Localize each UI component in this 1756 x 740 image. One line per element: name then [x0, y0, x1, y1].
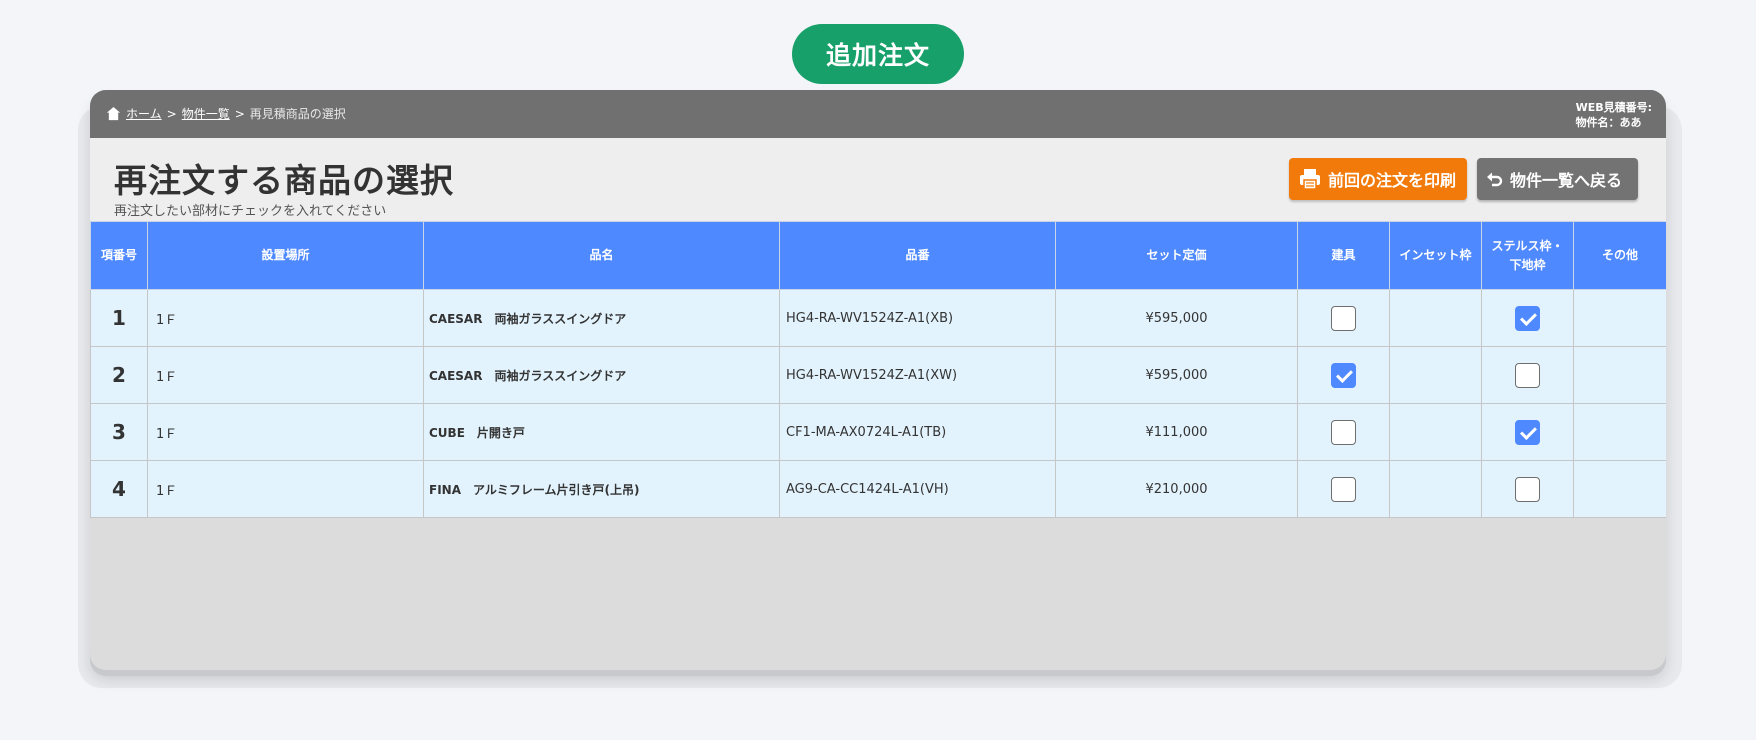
return-arrow-icon — [1487, 172, 1503, 187]
row-price: ¥111,000 — [1055, 403, 1298, 461]
table-row: 4 1Ｆ FINA アルミフレーム片引き戸(上吊) AG9-CA-CC1424L… — [90, 460, 1666, 518]
print-button-label: 前回の注文を印刷 — [1328, 171, 1457, 190]
stealth-cell — [1481, 346, 1574, 404]
estimate-number-label: WEB見積番号: — [1575, 101, 1652, 114]
reorder-panel: ホーム > 物件一覧 > 再見積商品の選択 WEB見積番号: 物件名：ああ 再注… — [90, 90, 1666, 670]
table-header-row: 項番号 設置場所 品名 品番 セット定価 建具 インセット枠 ステルス枠・ 下地… — [90, 221, 1666, 290]
row-price: ¥595,000 — [1055, 346, 1298, 404]
breadcrumb-list-link[interactable]: 物件一覧 — [182, 105, 230, 122]
breadcrumb: ホーム > 物件一覧 > 再見積商品の選択 — [106, 105, 346, 122]
back-to-list-button[interactable]: 物件一覧へ戻る — [1477, 158, 1638, 200]
web-info: WEB見積番号: 物件名：ああ — [1576, 100, 1652, 130]
inset-cell — [1389, 403, 1482, 461]
row-product-name: CAESAR 両袖ガラススイングドア — [423, 289, 780, 347]
row-product-code: CF1-MA-AX0724L-A1(TB) — [779, 403, 1056, 461]
column-header-name: 品名 — [423, 221, 780, 290]
row-number: 3 — [90, 403, 148, 461]
row-number: 4 — [90, 460, 148, 518]
breadcrumb-separator: > — [234, 106, 245, 121]
property-name-label: 物件名：ああ — [1575, 116, 1642, 129]
door-checkbox[interactable] — [1331, 476, 1356, 502]
row-number: 1 — [90, 289, 148, 347]
inset-cell — [1389, 460, 1482, 518]
column-header-stealth: ステルス枠・ 下地枠 — [1481, 221, 1574, 290]
row-product-code: HG4-RA-WV1524Z-A1(XW) — [779, 346, 1056, 404]
stealth-cell — [1481, 289, 1574, 347]
additional-order-badge: 追加注文 — [792, 24, 964, 84]
door-checkbox[interactable] — [1331, 305, 1356, 331]
row-product-code: HG4-RA-WV1524Z-A1(XB) — [779, 289, 1056, 347]
row-place: 1Ｆ — [147, 289, 424, 347]
reorder-table: 項番号 設置場所 品名 品番 セット定価 建具 インセット枠 ステルス枠・ 下地… — [90, 221, 1666, 518]
stealth-cell — [1481, 403, 1574, 461]
row-place: 1Ｆ — [147, 403, 424, 461]
stealth-header-line1: ステルス枠・ — [1491, 238, 1564, 253]
inset-cell — [1389, 289, 1482, 347]
column-header-inset: インセット枠 — [1389, 221, 1482, 290]
row-product-name: CUBE 片開き戸 — [423, 403, 780, 461]
door-checkbox[interactable] — [1331, 362, 1356, 388]
stealth-checkbox[interactable] — [1515, 476, 1540, 502]
other-cell — [1573, 346, 1666, 404]
row-price: ¥210,000 — [1055, 460, 1298, 518]
door-cell — [1297, 403, 1390, 461]
page-subtitle: 再注文したい部材にチェックを入れてください — [114, 204, 387, 219]
stealth-checkbox[interactable] — [1515, 362, 1540, 388]
print-previous-order-button[interactable]: 前回の注文を印刷 — [1289, 158, 1467, 200]
table-row: 1 1Ｆ CAESAR 両袖ガラススイングドア HG4-RA-WV1524Z-A… — [90, 289, 1666, 347]
door-cell — [1297, 346, 1390, 404]
door-cell — [1297, 460, 1390, 518]
row-product-name: FINA アルミフレーム片引き戸(上吊) — [423, 460, 780, 518]
door-checkbox[interactable] — [1331, 419, 1356, 445]
back-button-label: 物件一覧へ戻る — [1510, 171, 1623, 190]
row-product-name: CAESAR 両袖ガラススイングドア — [423, 346, 780, 404]
row-place: 1Ｆ — [147, 460, 424, 518]
stealth-cell — [1481, 460, 1574, 518]
table-row: 2 1Ｆ CAESAR 両袖ガラススイングドア HG4-RA-WV1524Z-A… — [90, 346, 1666, 404]
column-header-other: その他 — [1573, 221, 1666, 290]
top-bar: ホーム > 物件一覧 > 再見積商品の選択 WEB見積番号: 物件名：ああ — [90, 90, 1666, 138]
row-product-code: AG9-CA-CC1424L-A1(VH) — [779, 460, 1056, 518]
column-header-door: 建具 — [1297, 221, 1390, 290]
breadcrumb-home-link[interactable]: ホーム — [126, 105, 162, 122]
home-icon[interactable] — [106, 106, 121, 121]
page-header: 再注文する商品の選択 再注文したい部材にチェックを入れてください 前回の注文を印… — [90, 138, 1666, 222]
other-cell — [1573, 289, 1666, 347]
door-cell — [1297, 289, 1390, 347]
column-header-price: セット定価 — [1055, 221, 1298, 290]
column-header-place: 設置場所 — [147, 221, 424, 290]
row-place: 1Ｆ — [147, 346, 424, 404]
printer-icon — [1300, 169, 1320, 190]
other-cell — [1573, 403, 1666, 461]
page-title: 再注文する商品の選択 — [114, 161, 454, 200]
other-cell — [1573, 460, 1666, 518]
row-number: 2 — [90, 346, 148, 404]
row-price: ¥595,000 — [1055, 289, 1298, 347]
table-row: 3 1Ｆ CUBE 片開き戸 CF1-MA-AX0724L-A1(TB) ¥11… — [90, 403, 1666, 461]
stealth-checkbox[interactable] — [1515, 419, 1540, 445]
stealth-header-line2: 下地枠 — [1509, 257, 1546, 272]
column-header-code: 品番 — [779, 221, 1056, 290]
column-header-no: 項番号 — [90, 221, 148, 290]
breadcrumb-separator: > — [166, 106, 177, 121]
breadcrumb-current: 再見積商品の選択 — [249, 107, 346, 121]
inset-cell — [1389, 346, 1482, 404]
stealth-checkbox[interactable] — [1515, 305, 1540, 331]
